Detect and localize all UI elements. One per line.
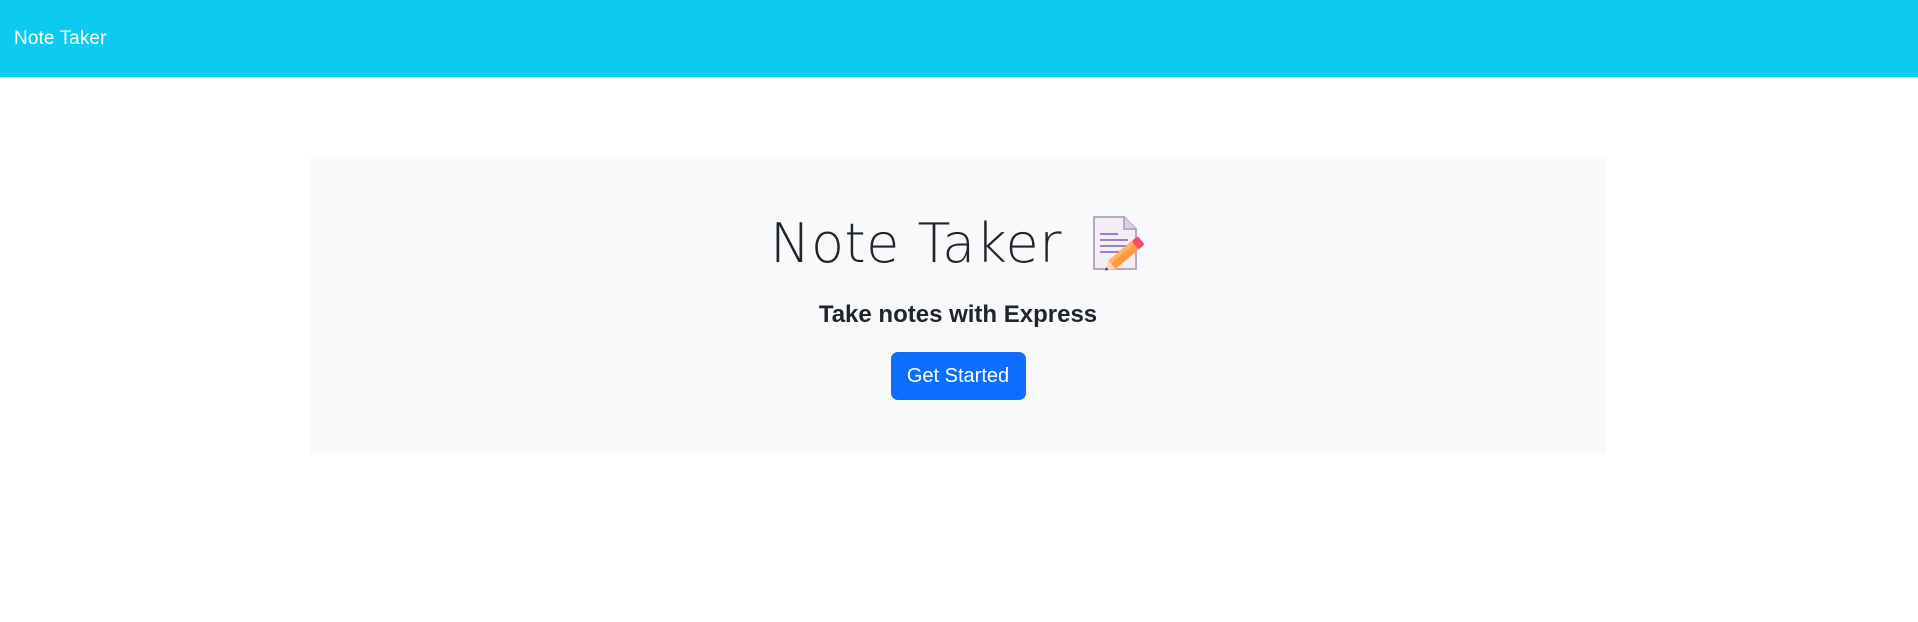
memo-icon [1090, 214, 1146, 272]
hero-jumbotron: Note Taker Take notes with Express Get S… [310, 157, 1606, 453]
hero-subtitle: Take notes with Express [818, 301, 1098, 328]
get-started-button[interactable]: Get Started [890, 352, 1026, 400]
navbar: Note Taker [0, 0, 1918, 77]
hero-title-row: Note Taker [770, 209, 1146, 277]
navbar-brand[interactable]: Note Taker [14, 28, 107, 50]
page-title: Note Taker [770, 211, 1062, 275]
